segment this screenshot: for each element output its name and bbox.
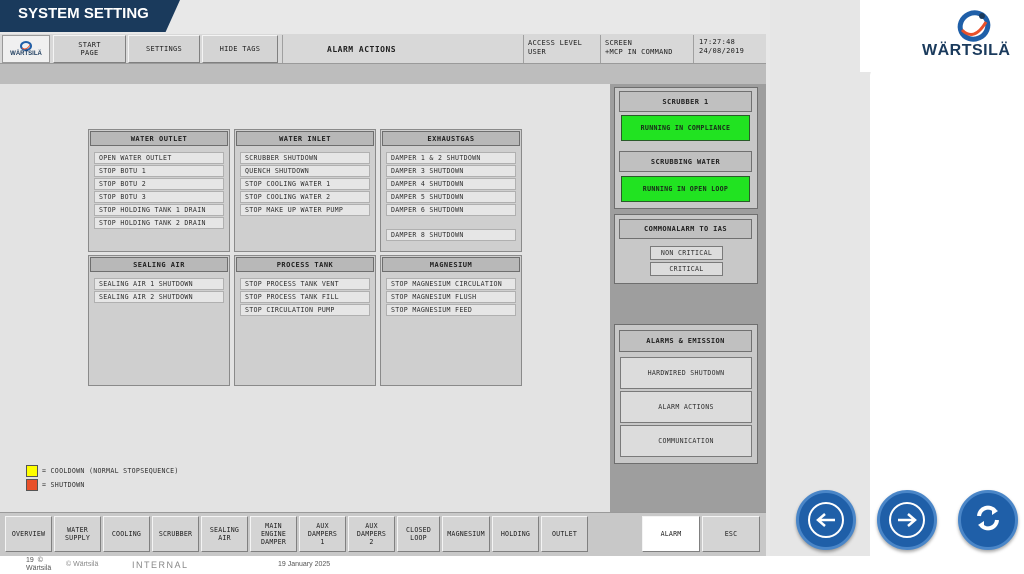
wartsila-logo-text: WÄRTSILÄ: [922, 42, 1011, 59]
hmi-logo-text: WÄRTSILÄ: [10, 51, 42, 57]
hide-tags-button[interactable]: HIDE TAGS: [202, 35, 278, 63]
back-arrow-icon: [808, 502, 844, 538]
sealing-air-item[interactable]: SEALING AIR 2 SHUTDOWN: [94, 291, 224, 303]
legend-cooldown-swatch: [26, 465, 38, 477]
group-process-tank-title: PROCESS TANK: [236, 257, 374, 272]
group-sealing-air-title: SEALING AIR: [90, 257, 228, 272]
alarm-actions-button[interactable]: ALARM ACTIONS: [620, 391, 752, 423]
exhaustgas-item[interactable]: DAMPER 1 & 2 SHUTDOWN: [386, 152, 516, 164]
footer-page-number: 19: [26, 557, 34, 564]
water-inlet-item[interactable]: STOP MAKE UP WATER PUMP: [240, 204, 370, 216]
sealing-air-item[interactable]: SEALING AIR 1 SHUTDOWN: [94, 278, 224, 290]
legend-shutdown-label: = SHUTDOWN: [42, 481, 85, 489]
access-level-value: USER: [528, 48, 547, 56]
scrubber-title: SCRUBBER 1: [619, 91, 752, 112]
water-outlet-item[interactable]: STOP BOTU 3: [94, 191, 224, 203]
footer-copyright: © Wärtsilä: [66, 561, 99, 568]
footer-company: Wärtsilä: [26, 565, 52, 572]
esc-button[interactable]: ESC: [702, 516, 760, 552]
process-tank-item[interactable]: STOP PROCESS TANK VENT: [240, 278, 370, 290]
nav-sealing-air[interactable]: SEALING AIR: [201, 516, 248, 552]
water-inlet-item[interactable]: STOP COOLING WATER 2: [240, 191, 370, 203]
hmi-header-strip: [0, 64, 766, 84]
water-outlet-item[interactable]: OPEN WATER OUTLET: [94, 152, 224, 164]
nav-closed-loop[interactable]: CLOSED LOOP: [397, 516, 440, 552]
group-water-inlet-title: WATER INLET: [236, 131, 374, 146]
water-outlet-item[interactable]: STOP HOLDING TANK 2 DRAIN: [94, 217, 224, 229]
process-tank-item[interactable]: STOP PROCESS TANK FILL: [240, 291, 370, 303]
nav-aux-dampers-1[interactable]: AUX DAMPERS 1: [299, 516, 346, 552]
water-outlet-item[interactable]: STOP BOTU 2: [94, 178, 224, 190]
water-outlet-item[interactable]: STOP BOTU 1: [94, 165, 224, 177]
refresh-button[interactable]: [958, 490, 1018, 550]
slide-logo-area: [860, 0, 1024, 72]
back-button[interactable]: [796, 490, 856, 550]
group-magnesium: [380, 255, 522, 386]
clock-time: 17:27:48: [699, 38, 736, 46]
nav-outlet[interactable]: OUTLET: [541, 516, 588, 552]
forward-arrow-icon: [889, 502, 925, 538]
settings-button[interactable]: SETTINGS: [128, 35, 200, 63]
wartsila-logo-icon: [952, 8, 992, 44]
nav-holding[interactable]: HOLDING: [492, 516, 539, 552]
exhaustgas-item[interactable]: DAMPER 6 SHUTDOWN: [386, 204, 516, 216]
exhaustgas-item[interactable]: DAMPER 5 SHUTDOWN: [386, 191, 516, 203]
access-level: ACCESS LEVEL USER: [523, 35, 599, 63]
exhaustgas-item[interactable]: DAMPER 4 SHUTDOWN: [386, 178, 516, 190]
group-process-tank: [234, 255, 376, 386]
common-alarm-title: COMMONALARM TO IAS: [619, 219, 752, 239]
scrubbing-water-status: RUNNING IN OPEN LOOP: [621, 176, 750, 202]
group-exhaustgas-title: EXHAUSTGAS: [382, 131, 520, 146]
hmi-logo-icon: [20, 41, 32, 51]
clock-date: 24/08/2019: [699, 47, 745, 55]
screen-label: SCREEN: [605, 39, 633, 47]
nav-scrubber[interactable]: SCRUBBER: [152, 516, 199, 552]
slide-title: SYSTEM SETTING: [18, 5, 149, 22]
nav-magnesium[interactable]: MAGNESIUM: [442, 516, 490, 552]
water-inlet-item[interactable]: QUENCH SHUTDOWN: [240, 165, 370, 177]
group-water-outlet-title: WATER OUTLET: [90, 131, 228, 146]
magnesium-item[interactable]: STOP MAGNESIUM FLUSH: [386, 291, 516, 303]
hardwired-shutdown-button[interactable]: HARDWIRED SHUTDOWN: [620, 357, 752, 389]
communication-button[interactable]: COMMUNICATION: [620, 425, 752, 457]
water-inlet-item[interactable]: SCRUBBER SHUTDOWN: [240, 152, 370, 164]
nav-overview[interactable]: OVERVIEW: [5, 516, 52, 552]
access-level-label: ACCESS LEVEL: [528, 39, 583, 47]
screen-value: +MCP IN COMMAND: [605, 48, 673, 56]
refresh-icon: [973, 503, 1003, 537]
non-critical-indicator: NON CRITICAL: [650, 246, 723, 260]
footer-date: 19 January 2025: [278, 561, 331, 568]
process-tank-item[interactable]: STOP CIRCULATION PUMP: [240, 304, 370, 316]
water-outlet-item[interactable]: STOP HOLDING TANK 1 DRAIN: [94, 204, 224, 216]
alarm-button[interactable]: ALARM: [642, 516, 700, 552]
magnesium-item[interactable]: STOP MAGNESIUM FEED: [386, 304, 516, 316]
group-magnesium-title: MAGNESIUM: [382, 257, 520, 272]
footer-classification: INTERNAL: [132, 560, 189, 570]
scrubbing-water-title: SCRUBBING WATER: [619, 151, 752, 172]
start-page-button[interactable]: START PAGE: [53, 35, 126, 63]
nav-cooling[interactable]: COOLING: [103, 516, 150, 552]
exhaustgas-item[interactable]: DAMPER 3 SHUTDOWN: [386, 165, 516, 177]
nav-aux-dampers-2[interactable]: AUX DAMPERS 2: [348, 516, 395, 552]
footer-page: 19 © Wärtsilä: [26, 557, 51, 573]
magnesium-item[interactable]: STOP MAGNESIUM CIRCULATION: [386, 278, 516, 290]
nav-main-engine-damper[interactable]: MAIN ENGINE DAMPER: [250, 516, 297, 552]
footer-copyright-symbol: ©: [37, 557, 43, 564]
group-sealing-air: [88, 255, 230, 386]
critical-indicator: CRITICAL: [650, 262, 723, 276]
hmi-logo: WÄRTSILÄ: [2, 35, 50, 63]
alarms-emission-title: ALARMS & EMISSION: [619, 330, 752, 352]
nav-water-supply[interactable]: WATER SUPPLY: [54, 516, 101, 552]
legend-cooldown-label: = COOLDOWN (NORMAL STOPSEQUENCE): [42, 467, 179, 475]
screen-status: SCREEN +MCP IN COMMAND: [600, 35, 692, 63]
water-inlet-item[interactable]: STOP COOLING WATER 1: [240, 178, 370, 190]
legend-shutdown-swatch: [26, 479, 38, 491]
exhaustgas-item[interactable]: DAMPER 8 SHUTDOWN: [386, 229, 516, 241]
scrubber-status: RUNNING IN COMPLIANCE: [621, 115, 750, 141]
forward-button[interactable]: [877, 490, 937, 550]
clock: 17:27:48 24/08/2019: [693, 35, 766, 63]
page-title: ALARM ACTIONS: [282, 35, 522, 63]
